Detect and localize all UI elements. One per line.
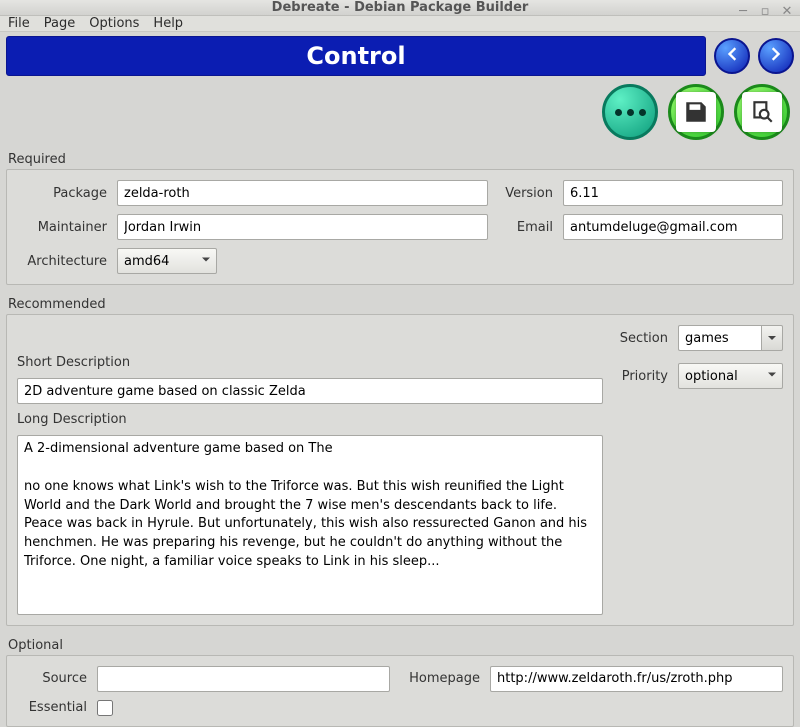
essential-label: Essential xyxy=(17,700,87,715)
long-desc-textarea[interactable] xyxy=(17,435,603,615)
optional-panel: Source Homepage Essential xyxy=(6,655,794,727)
package-label: Package xyxy=(17,186,107,201)
package-input[interactable] xyxy=(117,180,488,206)
preview-button[interactable] xyxy=(734,84,790,140)
source-input[interactable] xyxy=(97,666,390,692)
menubar: File Page Options Help xyxy=(0,16,800,32)
window-title: Debreate - Debian Package Builder xyxy=(272,0,529,15)
essential-checkbox[interactable] xyxy=(97,700,113,716)
section-combo[interactable] xyxy=(678,325,783,351)
save-button[interactable] xyxy=(668,84,724,140)
page-banner: Control xyxy=(6,36,706,76)
short-desc-label: Short Description xyxy=(17,355,603,370)
floppy-disk-icon xyxy=(676,92,716,132)
architecture-select[interactable]: amd64 xyxy=(117,248,217,274)
menu-options[interactable]: Options xyxy=(89,16,139,31)
maximize-icon[interactable]: ▫ xyxy=(758,4,772,18)
version-label: Version xyxy=(498,186,553,201)
section-label: Section xyxy=(613,331,668,346)
homepage-input[interactable] xyxy=(490,666,783,692)
close-icon[interactable]: ✕ xyxy=(780,4,794,18)
menu-help[interactable]: Help xyxy=(153,16,183,31)
short-desc-input[interactable] xyxy=(17,378,603,404)
arrow-right-icon xyxy=(766,44,786,68)
titlebar: Debreate - Debian Package Builder ─ ▫ ✕ xyxy=(0,0,800,16)
header-row: Control xyxy=(0,32,800,80)
minimize-icon[interactable]: ─ xyxy=(736,4,750,18)
prev-page-button[interactable] xyxy=(714,38,750,74)
arrow-left-icon xyxy=(722,44,742,68)
maintainer-label: Maintainer xyxy=(17,220,107,235)
email-label: Email xyxy=(498,220,553,235)
toolbar xyxy=(0,80,800,148)
window-controls: ─ ▫ ✕ xyxy=(736,4,794,18)
recommended-panel: Short Description Long Description Secti… xyxy=(6,314,794,626)
priority-label: Priority xyxy=(613,369,668,384)
required-legend: Required xyxy=(0,148,800,169)
optional-legend: Optional xyxy=(0,634,800,655)
menu-page[interactable]: Page xyxy=(44,16,75,31)
email-input[interactable] xyxy=(563,214,783,240)
architecture-label: Architecture xyxy=(17,254,107,269)
page-title: Control xyxy=(306,42,405,70)
menu-file[interactable]: File xyxy=(8,16,30,31)
required-panel: Package Version Maintainer Email Archite… xyxy=(6,169,794,285)
version-input[interactable] xyxy=(563,180,783,206)
section-input[interactable] xyxy=(678,325,761,351)
source-label: Source xyxy=(17,671,87,686)
maintainer-input[interactable] xyxy=(117,214,488,240)
priority-select[interactable]: optional xyxy=(678,363,783,389)
next-page-button[interactable] xyxy=(758,38,794,74)
magnifier-page-icon xyxy=(742,92,782,132)
homepage-label: Homepage xyxy=(400,671,480,686)
long-desc-label: Long Description xyxy=(17,412,603,427)
chevron-down-icon xyxy=(767,333,777,343)
section-drop-button[interactable] xyxy=(761,325,783,351)
more-actions-button[interactable] xyxy=(602,84,658,140)
recommended-legend: Recommended xyxy=(0,293,800,314)
ellipsis-icon xyxy=(615,109,646,116)
